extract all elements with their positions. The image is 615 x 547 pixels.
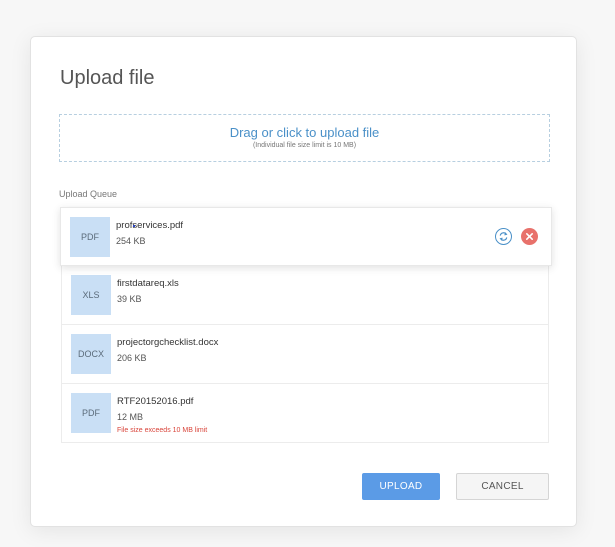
cancel-button[interactable]: CANCEL [456, 473, 549, 500]
remove-icon[interactable] [521, 228, 538, 245]
upload-queue-list: PDF profservices.pdf 254 KB XLS firstdat… [60, 207, 552, 443]
queue-item[interactable]: PDF profservices.pdf 254 KB [60, 207, 552, 266]
queue-item[interactable]: PDF RTF20152016.pdf 12 MB File size exce… [62, 384, 548, 443]
file-type-thumbnail: XLS [71, 275, 111, 315]
dropzone-size-limit: (Individual file size limit is 10 MB) [252, 142, 357, 149]
queue-item[interactable]: DOCX projectorgchecklist.docx 206 KB [62, 325, 548, 384]
file-name: projectorgchecklist.docx [117, 337, 219, 348]
upload-queue-label: Upload Queue [59, 189, 118, 199]
file-size: 254 KB [116, 236, 146, 246]
file-name: profservices.pdf [116, 220, 184, 231]
file-name: RTF20152016.pdf [117, 396, 194, 407]
file-size: 12 MB [117, 412, 144, 422]
file-name: firstdatareq.xls [117, 278, 179, 289]
upload-dropzone[interactable]: Drag or click to upload file (Individual… [59, 114, 550, 162]
file-type-thumbnail: DOCX [71, 334, 111, 374]
file-type-thumbnail: PDF [70, 217, 110, 257]
replace-icon[interactable] [495, 228, 512, 245]
dropzone-text: Drag or click to upload file [229, 125, 380, 140]
mouse-cursor-dot [133, 225, 135, 227]
file-type-thumbnail: PDF [71, 393, 111, 433]
file-error-message: File size exceeds 10 MB limit [117, 427, 208, 434]
queue-item[interactable]: XLS firstdatareq.xls 39 KB [62, 266, 548, 325]
file-size: 39 KB [117, 294, 142, 304]
dialog-title: Upload file [60, 67, 155, 89]
file-size: 206 KB [117, 353, 147, 363]
upload-button[interactable]: UPLOAD [362, 473, 440, 500]
upload-dialog: Upload file Drag or click to upload file… [30, 36, 577, 527]
